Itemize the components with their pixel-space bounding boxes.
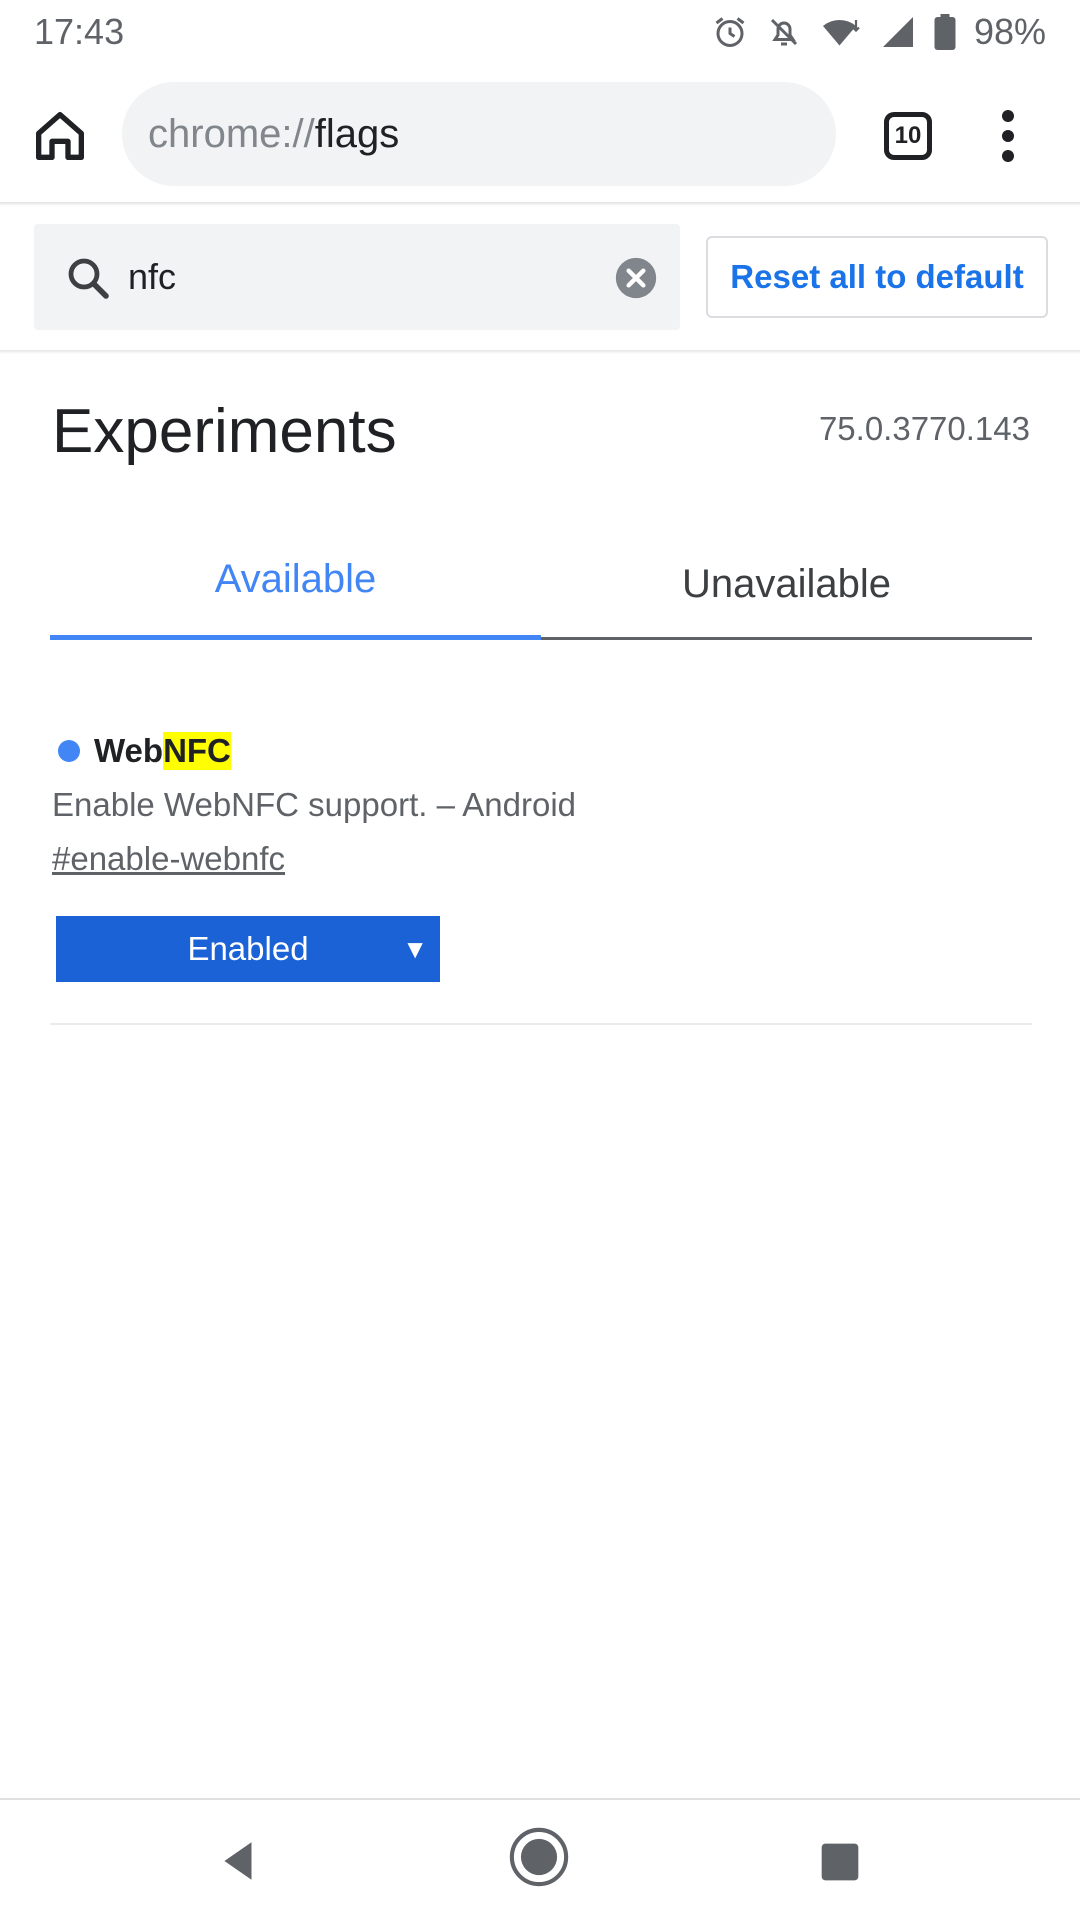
alarm-icon — [712, 14, 748, 50]
signal-icon — [880, 14, 916, 50]
url-path: flags — [314, 111, 400, 156]
browser-toolbar: chrome://flags 10 — [0, 64, 1080, 204]
status-bar: 17:43 98% — [0, 0, 1080, 64]
overflow-menu-icon[interactable] — [996, 104, 1020, 168]
experiment-title-match: NFC — [163, 732, 231, 770]
flags-search-header: nfc Reset all to default — [0, 206, 1080, 352]
recents-icon[interactable] — [818, 1840, 862, 1884]
status-time: 17:43 — [34, 11, 125, 52]
experiment-tabs: Available Unavailable — [50, 532, 1032, 640]
wifi-icon — [820, 14, 862, 50]
experiment-item: Web NFC Enable WebNFC support. – Android … — [50, 720, 1032, 1025]
tab-switcher-icon[interactable]: 10 — [884, 112, 932, 160]
reset-all-button[interactable]: Reset all to default — [706, 236, 1048, 318]
modified-dot-icon — [58, 740, 80, 762]
clear-search-icon[interactable] — [614, 256, 658, 300]
page-title: Experiments — [52, 397, 397, 466]
nav-home-icon[interactable] — [508, 1826, 570, 1888]
version-label: 75.0.3770.143 — [818, 410, 1030, 447]
search-divider — [0, 350, 1080, 354]
back-icon[interactable] — [214, 1836, 264, 1886]
experiment-title: Web NFC — [58, 732, 231, 770]
home-icon[interactable] — [28, 104, 92, 168]
notifications-off-icon — [766, 14, 802, 50]
experiment-title-prefix: Web — [94, 732, 164, 769]
search-icon — [64, 254, 112, 302]
dropdown-arrow-icon: ▼ — [402, 934, 428, 964]
battery-percent: 98% — [973, 11, 1046, 52]
tab-available[interactable]: Available — [50, 532, 541, 640]
status-icons: 98% — [712, 11, 1046, 53]
experiment-state-select[interactable]: Enabled ▼ — [56, 916, 440, 982]
system-nav-bar — [0, 1798, 1080, 1920]
battery-icon — [934, 14, 956, 50]
tab-unavailable[interactable]: Unavailable — [541, 532, 1032, 640]
experiment-description: Enable WebNFC support. – Android — [52, 786, 577, 823]
search-value: nfc — [128, 256, 177, 297]
url-bar[interactable]: chrome://flags — [122, 82, 836, 186]
experiment-state-value: Enabled — [187, 930, 309, 967]
search-input[interactable]: nfc — [34, 224, 680, 330]
tab-count: 10 — [894, 122, 922, 149]
url-scheme: chrome:// — [148, 111, 315, 156]
experiment-permalink[interactable]: #enable-webnfc — [52, 840, 285, 878]
